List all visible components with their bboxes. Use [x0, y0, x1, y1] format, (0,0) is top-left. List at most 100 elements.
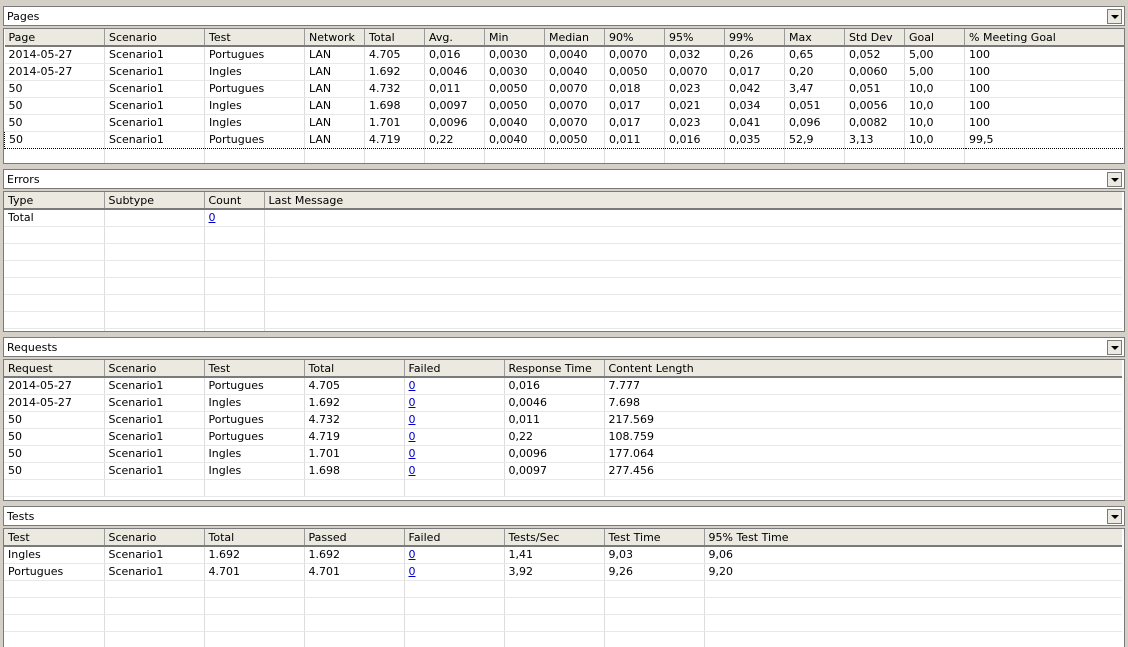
empty-cell — [264, 243, 1122, 261]
empty-cell — [204, 479, 305, 497]
column-header-min[interactable]: Min — [484, 29, 545, 47]
cell-avg: 0,22 — [424, 130, 485, 149]
empty-cell — [4, 631, 105, 647]
column-header-page[interactable]: Page — [4, 29, 105, 47]
column-header-request[interactable]: Request — [4, 360, 105, 378]
column-header-std-dev[interactable]: Std Dev — [844, 29, 905, 47]
cell-goal: 10,0 — [904, 80, 965, 98]
cell-content-length: 108.759 — [604, 428, 1122, 446]
column-header-scenario[interactable]: Scenario — [104, 29, 205, 47]
cell-99pct: 0,042 — [724, 80, 785, 98]
cell-failed: 0 — [404, 411, 505, 429]
table-row[interactable]: 50 Scenario1 Ingles 1.701 0 0,0096 177.064 — [4, 445, 1122, 463]
column-header-count[interactable]: Count — [204, 192, 265, 210]
cell-scenario: Scenario1 — [104, 97, 205, 115]
cell-subtype — [104, 209, 205, 227]
table-row[interactable]: 50 Scenario1 Portugues 4.732 0 0,011 217.569 — [4, 411, 1122, 429]
requests-selector[interactable]: Requests — [3, 337, 1125, 357]
count-link[interactable]: 0 — [409, 430, 416, 443]
column-header-passed[interactable]: Passed — [304, 529, 405, 547]
pages-selector[interactable]: Pages — [3, 6, 1125, 26]
column-header-network[interactable]: Network — [304, 29, 365, 47]
table-row[interactable]: 50 Scenario1 Ingles LAN 1.701 0,0096 0,0040 0,0… — [4, 114, 1124, 132]
cell-99pct: 0,041 — [724, 114, 785, 132]
cell-avg: 0,011 — [424, 80, 485, 98]
cell-total: 1.692 — [304, 394, 405, 412]
table-row[interactable]: Ingles Scenario1 1.692 1.692 0 1,41 9,03 9,06 — [4, 546, 1122, 564]
table-row[interactable]: 2014-05-27 Scenario1 Ingles LAN 1.692 0,0046 0… — [4, 63, 1124, 81]
column-header-pct-meeting-goal[interactable]: % Meeting Goal — [964, 29, 1124, 47]
column-header-total[interactable]: Total — [204, 529, 305, 547]
table-row[interactable]: 50 Scenario1 Ingles 1.698 0 0,0097 277.456 — [4, 462, 1122, 480]
table-row[interactable]: 50 Scenario1 Portugues 4.719 0 0,22 108.759 — [4, 428, 1122, 446]
column-header-type[interactable]: Type — [4, 192, 105, 210]
empty-cell — [504, 614, 605, 632]
column-header-scenario[interactable]: Scenario — [104, 529, 205, 547]
column-header-test[interactable]: Test — [204, 360, 305, 378]
cell-test: Ingles — [204, 445, 305, 463]
count-link[interactable]: 0 — [409, 379, 416, 392]
empty-row — [4, 631, 1122, 647]
count-link[interactable]: 0 — [209, 211, 216, 224]
column-header-last-message[interactable]: Last Message — [264, 192, 1122, 210]
empty-cell — [704, 597, 1122, 615]
table-row[interactable]: Total 0 — [4, 209, 1122, 227]
column-header-failed[interactable]: Failed — [404, 529, 505, 547]
column-header-test[interactable]: Test — [4, 529, 105, 547]
column-header-test[interactable]: Test — [204, 29, 305, 47]
column-header-total[interactable]: Total — [364, 29, 425, 47]
cell-failed: 0 — [404, 563, 505, 581]
column-header-subtype[interactable]: Subtype — [104, 192, 205, 210]
table-row[interactable]: 2014-05-27 Scenario1 Ingles 1.692 0 0,0046 7.6… — [4, 394, 1122, 412]
column-header-response-time[interactable]: Response Time — [504, 360, 605, 378]
column-header-test-time[interactable]: Test Time — [604, 529, 705, 547]
cell-scenario: Scenario1 — [104, 445, 205, 463]
table-row[interactable]: 50 Scenario1 Portugues LAN 4.719 0,22 0,0040 0,… — [4, 130, 1124, 149]
cell-request: 2014-05-27 — [4, 377, 105, 395]
column-header-max[interactable]: Max — [784, 29, 845, 47]
column-header-95pct-test-time[interactable]: 95% Test Time — [704, 529, 1122, 547]
column-header-content-length[interactable]: Content Length — [604, 360, 1122, 378]
count-link[interactable]: 0 — [409, 565, 416, 578]
column-header-90pct[interactable]: 90% — [604, 29, 665, 47]
empty-row — [4, 243, 1122, 261]
empty-cell — [844, 148, 905, 163]
chevron-down-icon[interactable] — [1107, 340, 1122, 355]
column-header-tests-sec[interactable]: Tests/Sec — [504, 529, 605, 547]
count-link[interactable]: 0 — [409, 447, 416, 460]
chevron-down-icon[interactable] — [1107, 509, 1122, 524]
empty-cell — [304, 479, 405, 497]
column-header-median[interactable]: Median — [544, 29, 605, 47]
count-link[interactable]: 0 — [409, 413, 416, 426]
column-header-total[interactable]: Total — [304, 360, 405, 378]
cell-scenario: Scenario1 — [104, 563, 205, 581]
tests-selector[interactable]: Tests — [3, 506, 1125, 526]
chevron-down-icon[interactable] — [1107, 172, 1122, 187]
count-link[interactable]: 0 — [409, 548, 416, 561]
cell-scenario: Scenario1 — [104, 411, 205, 429]
cell-total: 4.732 — [304, 411, 405, 429]
cell-95pct: 0,023 — [664, 80, 725, 98]
column-header-avg[interactable]: Avg. — [424, 29, 485, 47]
table-row[interactable]: Portugues Scenario1 4.701 4.701 0 3,92 9,26 9,2… — [4, 563, 1122, 581]
cell-response-time: 0,016 — [504, 377, 605, 395]
count-link[interactable]: 0 — [409, 464, 416, 477]
cell-pct-meeting-goal: 100 — [964, 114, 1124, 132]
table-row[interactable]: 50 Scenario1 Ingles LAN 1.698 0,0097 0,0050 0,0… — [4, 97, 1124, 115]
empty-row — [4, 226, 1122, 244]
column-header-99pct[interactable]: 99% — [724, 29, 785, 47]
table-row[interactable]: 2014-05-27 Scenario1 Portugues 4.705 0 0,016 7… — [4, 377, 1122, 395]
errors-selector[interactable]: Errors — [3, 169, 1125, 189]
table-row[interactable]: 2014-05-27 Scenario1 Portugues LAN 4.705 0,01… — [4, 46, 1124, 64]
errors-table: Type Subtype Count Last Message Total 0 — [3, 191, 1125, 332]
empty-cell — [204, 226, 265, 244]
cell-max: 0,051 — [784, 97, 845, 115]
column-header-failed[interactable]: Failed — [404, 360, 505, 378]
empty-cell — [104, 580, 205, 598]
column-header-goal[interactable]: Goal — [904, 29, 965, 47]
table-row[interactable]: 50 Scenario1 Portugues LAN 4.732 0,011 0,0050 0… — [4, 80, 1124, 98]
column-header-scenario[interactable]: Scenario — [104, 360, 205, 378]
column-header-95pct[interactable]: 95% — [664, 29, 725, 47]
count-link[interactable]: 0 — [409, 396, 416, 409]
chevron-down-icon[interactable] — [1107, 9, 1122, 24]
